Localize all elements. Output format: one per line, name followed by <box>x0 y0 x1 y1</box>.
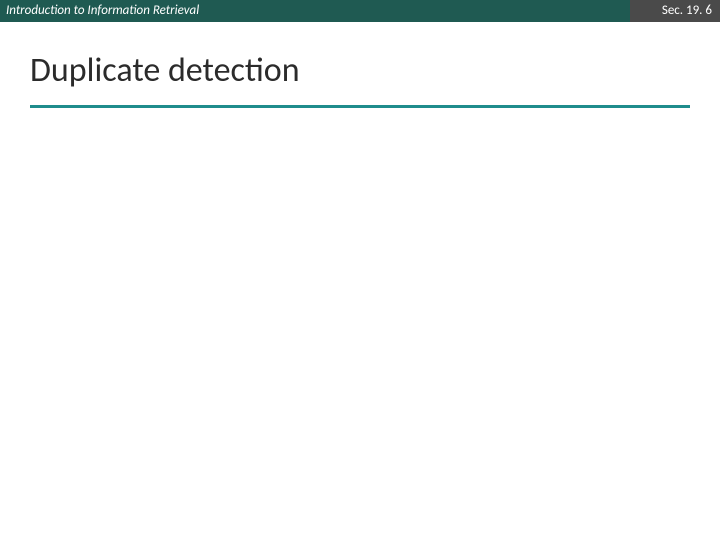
slide-header: Introduction to Information Retrieval Se… <box>0 0 720 22</box>
course-title: Introduction to Information Retrieval <box>0 0 630 22</box>
title-area: Duplicate detection <box>0 22 720 118</box>
section-label: Sec. 19. 6 <box>630 0 720 22</box>
slide-title: Duplicate detection <box>30 50 690 108</box>
